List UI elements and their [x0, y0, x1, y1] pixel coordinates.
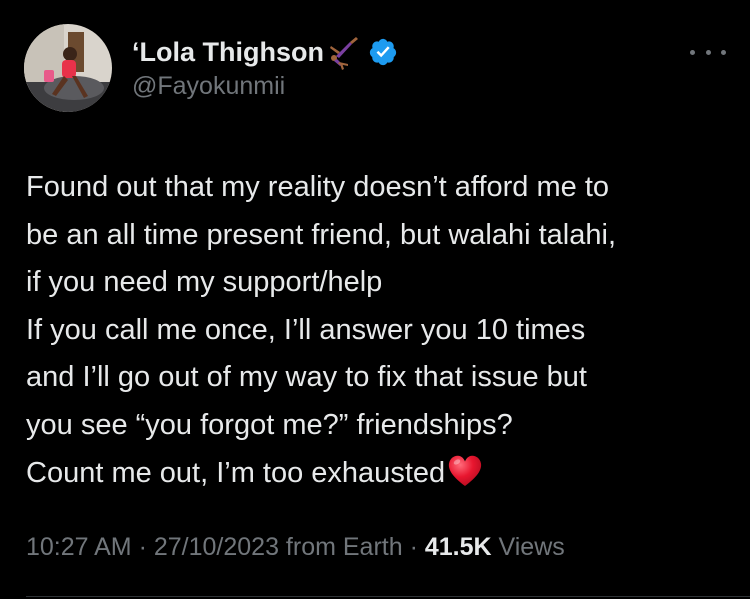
tweet-date[interactable]: 27/10/2023 — [154, 533, 279, 561]
tweet-line: be an all time present friend, but walah… — [26, 218, 617, 251]
tweet-line: if you need my support/help — [26, 266, 383, 299]
user-handle[interactable]: @Fayokunmii — [132, 72, 398, 101]
more-options-button[interactable] — [690, 42, 726, 62]
name-row: ‘Lola Thighson — [132, 34, 398, 70]
tweet-line: Found out that my reality doesn’t afford… — [26, 171, 610, 203]
author-info: ‘Lola Thighson @Fayokunmii — [132, 34, 398, 101]
meta-separator: · — [131, 533, 154, 561]
divider — [26, 596, 750, 597]
tweet-source: from Earth — [278, 533, 403, 561]
views-count[interactable]: 41.5K — [425, 533, 492, 561]
tweet-line: you see “you forgot me?” friendships? — [26, 408, 513, 441]
red-heart-icon — [447, 454, 483, 488]
more-dot-icon — [705, 49, 711, 55]
more-dot-icon — [690, 49, 695, 55]
tweet-line-last: Count me out, I’m too exhausted — [26, 450, 738, 498]
tweet-time[interactable]: 10:27 AM — [26, 533, 132, 561]
avatar[interactable] — [24, 24, 112, 112]
tweet-line: Count me out, I’m too exhausted — [26, 456, 446, 489]
gymnast-icon — [326, 34, 362, 70]
meta-separator: · — [402, 533, 425, 561]
tweet-text: Found out that my reality doesn’t afford… — [26, 164, 738, 497]
verified-badge-icon[interactable] — [368, 37, 398, 67]
tweet-meta: 10:27 AM · 27/10/2023 from Earth · 41.5K… — [26, 533, 565, 562]
views-label: Views — [491, 533, 565, 561]
tweet-card: ‘Lola Thighson @Fayokunmii Found out tha… — [0, 0, 750, 599]
display-name[interactable]: ‘Lola Thighson — [132, 37, 324, 68]
tweet-line: and I’ll go out of my way to fix that is… — [26, 361, 587, 394]
tweet-line: If you call me once, I’ll answer you 10 … — [26, 313, 586, 346]
more-dot-icon — [721, 49, 726, 55]
